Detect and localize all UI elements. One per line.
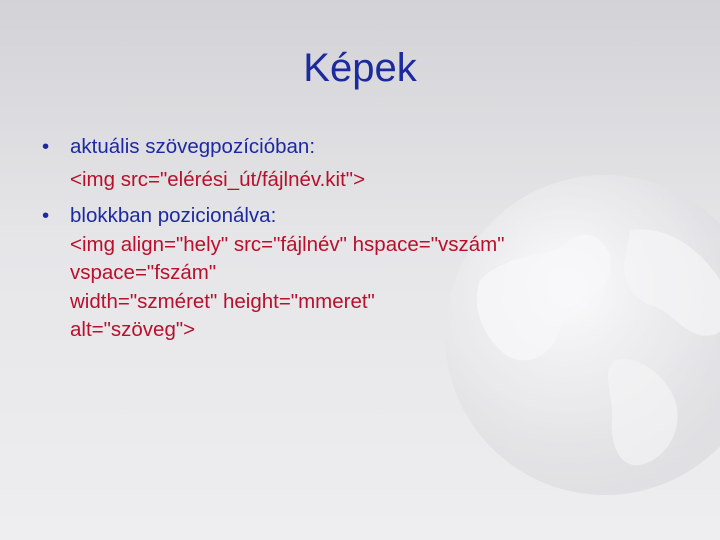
- slide: Képek • aktuális szövegpozícióban: <img …: [0, 0, 720, 540]
- code-line: <img align="hely" src="fájlnév" hspace="…: [70, 232, 505, 256]
- code-line: <img src="elérési_út/fájlnév.kit">: [70, 167, 366, 191]
- bullet-dot: •: [42, 204, 50, 227]
- code-line: width="szméret" height="mmeret": [70, 289, 375, 313]
- bullet-item-inline: • aktuális szövegpozícióban: <img src="e…: [40, 133, 680, 194]
- code-line: vspace="fszám": [70, 261, 217, 284]
- bullet-text: aktuális szövegpozícióban:: [70, 135, 316, 158]
- bullet-item-block: • blokkban pozicionálva: <img align="hel…: [40, 202, 680, 345]
- code-line: alt="szöveg">: [70, 318, 196, 341]
- bullet-list: • aktuális szövegpozícióban: <img src="e…: [40, 133, 680, 353]
- bullet-text: blokkban pozicionálva:: [70, 204, 277, 227]
- slide-title: Képek: [303, 46, 417, 90]
- bullet-dot: •: [42, 135, 50, 158]
